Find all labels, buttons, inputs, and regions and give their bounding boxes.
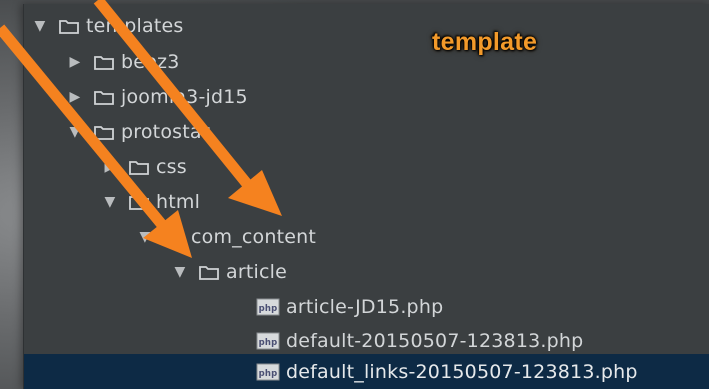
php-file-icon: php — [256, 363, 280, 381]
folder-icon — [59, 18, 79, 34]
svg-text:php: php — [259, 369, 278, 379]
tree-item-css[interactable]: ▶ css — [24, 149, 709, 184]
tree-item-label: article-JD15.php — [286, 295, 444, 318]
php-file-icon: php — [256, 298, 280, 316]
triangle-down-icon[interactable]: ▼ — [64, 124, 86, 140]
folder-icon — [94, 54, 114, 70]
triangle-right-icon[interactable]: ▶ — [64, 54, 86, 70]
triangle-down-icon[interactable]: ▼ — [169, 264, 191, 280]
tree-item-label: html — [156, 190, 201, 213]
triangle-down-icon[interactable]: ▼ — [29, 18, 51, 34]
tree-item-label: com_content — [191, 225, 317, 248]
tree-item-label: protostar — [121, 120, 210, 143]
tree-item-beez3[interactable]: ▶ beez3 — [24, 44, 709, 79]
template-annotation-label: template — [432, 28, 538, 56]
tree-item-label: default-20150507-123813.php — [286, 329, 584, 352]
tree-item-protostar[interactable]: ▼ protostar — [24, 114, 709, 149]
tree-item-default-links-php[interactable]: php default_links-20150507-123813.php — [24, 354, 709, 389]
folder-icon — [94, 124, 114, 140]
folder-icon — [94, 89, 114, 105]
tree-item-html[interactable]: ▼ html — [24, 184, 709, 219]
tree-item-label: beez3 — [121, 50, 180, 73]
svg-text:php: php — [259, 304, 278, 314]
tree-item-templates[interactable]: ▼ templates — [24, 8, 709, 43]
folder-icon — [164, 229, 184, 245]
tree-item-label: joomla3-jd15 — [121, 85, 248, 108]
tree-item-article-jd15-php[interactable]: php article-JD15.php — [24, 289, 709, 324]
triangle-down-icon[interactable]: ▼ — [99, 194, 121, 210]
svg-text:php: php — [259, 338, 278, 348]
tree-item-label: article — [226, 260, 287, 283]
triangle-right-icon[interactable]: ▶ — [64, 89, 86, 105]
folder-icon — [129, 194, 149, 210]
folder-icon — [199, 264, 219, 280]
tree-item-label: css — [156, 155, 187, 178]
tree-item-com-content[interactable]: ▼ com_content — [24, 219, 709, 254]
php-file-icon: php — [256, 332, 280, 350]
folder-icon — [129, 159, 149, 175]
project-tree-panel: ▼ templates ▶ beez3 ▶ joomla3-jd15 ▼ pro… — [23, 4, 709, 389]
tree-item-default-php[interactable]: php default-20150507-123813.php — [24, 323, 709, 358]
triangle-down-icon[interactable]: ▼ — [134, 229, 156, 245]
tree-item-label: default_links-20150507-123813.php — [286, 360, 638, 383]
triangle-right-icon[interactable]: ▶ — [99, 159, 121, 175]
tree-item-label: templates — [86, 14, 184, 37]
tree-item-article[interactable]: ▼ article — [24, 254, 709, 289]
tree-item-joomla3-jd15[interactable]: ▶ joomla3-jd15 — [24, 79, 709, 114]
